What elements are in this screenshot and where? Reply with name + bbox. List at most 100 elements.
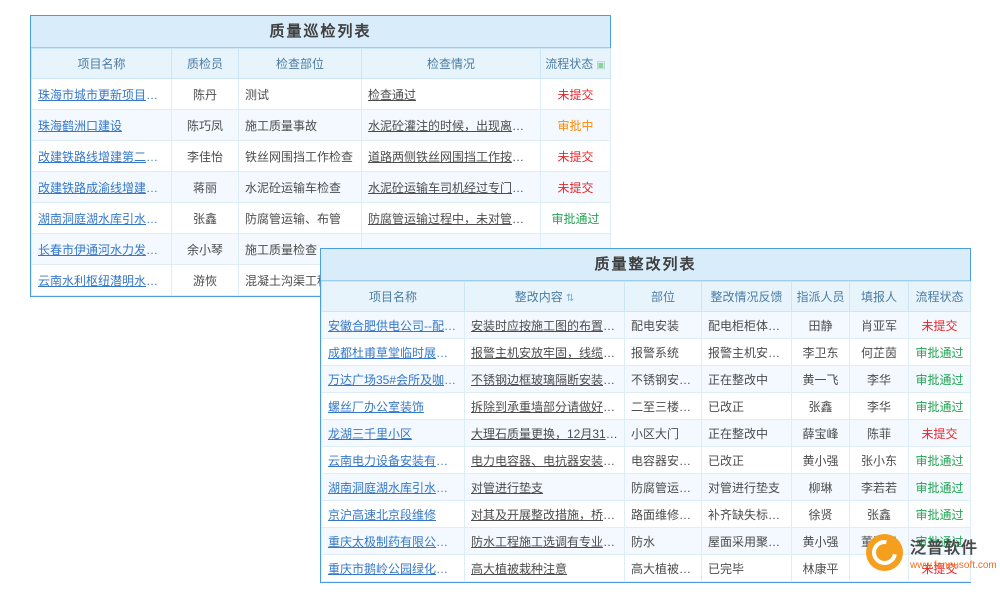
table-row[interactable]: 珠海鹤洲口建设陈巧凤施工质量事故水泥砼灌注的时候，出现离析现象审批中	[32, 110, 611, 141]
situation-cell: 检查通过	[362, 79, 541, 110]
header-feedback[interactable]: 整改情况反馈	[702, 282, 792, 312]
feedback-cell: 已改正	[702, 393, 792, 420]
project-cell[interactable]: 龙湖三千里小区	[322, 420, 465, 447]
logo-brand-name: 泛普软件	[910, 534, 997, 558]
situation-cell: 道路两侧铁丝网围挡工作按设计...	[362, 141, 541, 172]
rectification-panel-title: 质量整改列表	[321, 249, 970, 281]
header-project-name[interactable]: 项目名称	[32, 49, 172, 79]
table-row[interactable]: 京沪高速北京段维修对其及开展整改措施，桥头...路面维修检...补齐缺失标志..…	[322, 501, 971, 528]
reporter-cell: 张小东	[850, 447, 909, 474]
header-rectify-content[interactable]: 整改内容⇅	[465, 282, 625, 312]
header-flow-status[interactable]: 流程状态	[909, 282, 971, 312]
project-cell[interactable]: 云南水利枢纽潜明水库...	[32, 265, 172, 296]
fanpu-logo-text: 泛普软件 www.fanpusoft.com	[910, 534, 997, 571]
project-cell[interactable]: 改建铁路线增建第二线...	[32, 141, 172, 172]
content-cell: 拆除到承重墙部分请做好加固...	[465, 393, 625, 420]
feedback-cell: 报警主机安放...	[702, 339, 792, 366]
status-cell: 未提交	[541, 79, 611, 110]
header-rectify-content-label: 整改内容	[515, 290, 563, 304]
header-inspection-part[interactable]: 检查部位	[239, 49, 362, 79]
part-cell: 防腐管运输...	[625, 474, 702, 501]
project-cell[interactable]: 安徽合肥供电公司--配电设备...	[322, 312, 465, 339]
part-cell: 电容器安装...	[625, 447, 702, 474]
logo-website-url[interactable]: www.fanpusoft.com	[910, 560, 997, 571]
table-row[interactable]: 安徽合肥供电公司--配电设备...安装时应按施工图的布置，将...配电安装配电柜…	[322, 312, 971, 339]
project-cell[interactable]: 长春市伊通河水力发电...	[32, 234, 172, 265]
content-cell: 高大植被栽种注意	[465, 555, 625, 582]
header-assignee[interactable]: 指派人员	[792, 282, 850, 312]
table-row[interactable]: 万达广场35#会所及咖啡厅空...不锈钢边框玻璃隔断安装不牢...不锈钢安装..…	[322, 366, 971, 393]
project-cell[interactable]: 螺丝厂办公室装饰	[322, 393, 465, 420]
status-cell: 未提交	[541, 141, 611, 172]
project-cell[interactable]: 湖南洞庭湖水库引水工程施工...	[322, 474, 465, 501]
content-cell: 对其及开展整改措施，桥头...	[465, 501, 625, 528]
project-cell[interactable]: 云南电力设备安装有限公司20...	[322, 447, 465, 474]
status-cell: 未提交	[909, 420, 971, 447]
project-cell[interactable]: 改建铁路成渝线增建第...	[32, 172, 172, 203]
status-cell: 审批通过	[909, 474, 971, 501]
part-cell: 防腐管运输、布管	[239, 203, 362, 234]
table-row[interactable]: 螺丝厂办公室装饰拆除到承重墙部分请做好加固...二至三楼混...已改正张鑫李华审…	[322, 393, 971, 420]
header-flow-status[interactable]: 流程状态▣	[541, 49, 611, 79]
header-inspection-situation[interactable]: 检查情况	[362, 49, 541, 79]
header-part[interactable]: 部位	[625, 282, 702, 312]
table-row[interactable]: 改建铁路线增建第二线...李佳怡铁丝网围挡工作检查道路两侧铁丝网围挡工作按设计.…	[32, 141, 611, 172]
part-cell: 水泥砼运输车检查	[239, 172, 362, 203]
header-project-name[interactable]: 项目名称	[322, 282, 465, 312]
inspector-cell: 陈巧凤	[172, 110, 239, 141]
table-row[interactable]: 龙湖三千里小区大理石质量更换，12月31日之...小区大门正在整改中薛宝峰陈菲未…	[322, 420, 971, 447]
table-row[interactable]: 湖南洞庭湖水库引水工...张鑫防腐管运输、布管防腐管运输过程中，未对管进行...…	[32, 203, 611, 234]
table-row[interactable]: 珠海市城市更新项目紫...陈丹测试检查通过未提交	[32, 79, 611, 110]
feedback-cell: 已完毕	[702, 555, 792, 582]
content-cell: 大理石质量更换，12月31日之...	[465, 420, 625, 447]
content-cell: 不锈钢边框玻璃隔断安装不牢...	[465, 366, 625, 393]
assignee-cell: 黄小强	[792, 528, 850, 555]
part-cell: 防水	[625, 528, 702, 555]
assignee-cell: 薛宝峰	[792, 420, 850, 447]
status-cell: 审批通过	[909, 366, 971, 393]
project-cell[interactable]: 万达广场35#会所及咖啡厅空...	[322, 366, 465, 393]
part-cell: 路面维修检...	[625, 501, 702, 528]
project-cell[interactable]: 珠海鹤洲口建设	[32, 110, 172, 141]
table-row[interactable]: 成都杜甫草堂临时展厅独立展...报警主机安放牢固，线缆连接...报警系统报警主机…	[322, 339, 971, 366]
reporter-cell: 李若若	[850, 474, 909, 501]
project-cell[interactable]: 珠海市城市更新项目紫...	[32, 79, 172, 110]
inspector-cell: 余小琴	[172, 234, 239, 265]
project-cell[interactable]: 京沪高速北京段维修	[322, 501, 465, 528]
assignee-cell: 柳琳	[792, 474, 850, 501]
status-cell: 未提交	[541, 172, 611, 203]
situation-cell: 水泥砼运输车司机经过专门培训...	[362, 172, 541, 203]
part-cell: 高大植被栽种	[625, 555, 702, 582]
rectification-header-row: 项目名称 整改内容⇅ 部位 整改情况反馈 指派人员 填报人 流程状态	[322, 282, 971, 312]
project-cell[interactable]: 重庆太极制药有限公司亳州中...	[322, 528, 465, 555]
assignee-cell: 黄小强	[792, 447, 850, 474]
table-row[interactable]: 湖南洞庭湖水库引水工程施工...对管进行垫支防腐管运输...对管进行垫支柳琳李若…	[322, 474, 971, 501]
feedback-cell: 配电柜柜体与...	[702, 312, 792, 339]
project-cell[interactable]: 成都杜甫草堂临时展厅独立展...	[322, 339, 465, 366]
part-cell: 二至三楼混...	[625, 393, 702, 420]
inspector-cell: 蒋丽	[172, 172, 239, 203]
reporter-cell: 李华	[850, 366, 909, 393]
part-cell: 配电安装	[625, 312, 702, 339]
status-cell: 审批通过	[909, 501, 971, 528]
reporter-cell: 张鑫	[850, 501, 909, 528]
inspector-cell: 游恢	[172, 265, 239, 296]
inspector-cell: 陈丹	[172, 79, 239, 110]
status-cell: 未提交	[909, 312, 971, 339]
reporter-cell: 何芷茵	[850, 339, 909, 366]
header-reporter[interactable]: 填报人	[850, 282, 909, 312]
header-inspector[interactable]: 质检员	[172, 49, 239, 79]
part-cell: 施工质量事故	[239, 110, 362, 141]
part-cell: 铁丝网围挡工作检查	[239, 141, 362, 172]
situation-cell: 防腐管运输过程中，未对管进行...	[362, 203, 541, 234]
fanpu-logo-icon	[866, 534, 903, 571]
header-flow-status-label: 流程状态	[545, 57, 593, 71]
table-row[interactable]: 云南电力设备安装有限公司20...电力电容器、电抗器安装方案,...电容器安装.…	[322, 447, 971, 474]
part-cell: 不锈钢安装...	[625, 366, 702, 393]
status-cell: 审批通过	[909, 393, 971, 420]
table-row[interactable]: 改建铁路成渝线增建第...蒋丽水泥砼运输车检查水泥砼运输车司机经过专门培训...…	[32, 172, 611, 203]
project-cell[interactable]: 湖南洞庭湖水库引水工...	[32, 203, 172, 234]
project-cell[interactable]: 重庆市鹅岭公园绿化景观提升...	[322, 555, 465, 582]
feedback-cell: 屋面采用聚氨...	[702, 528, 792, 555]
assignee-cell: 张鑫	[792, 393, 850, 420]
